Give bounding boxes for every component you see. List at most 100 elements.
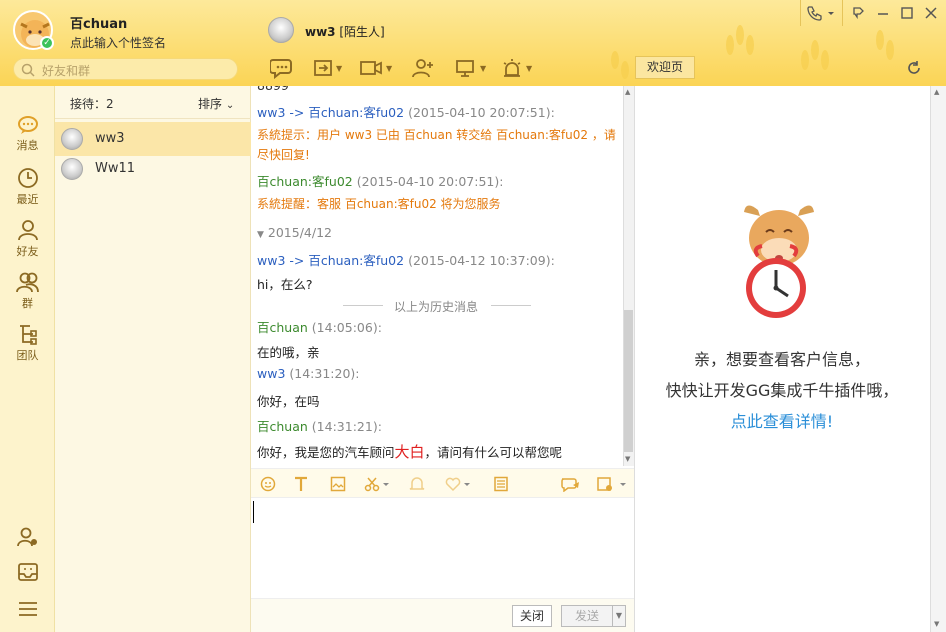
message-time: (2015-04-12 10:37:09): <box>408 253 555 268</box>
message-text: 你好，在吗 <box>257 394 320 409</box>
list-item[interactable]: Ww11 <box>55 152 251 186</box>
alert-button[interactable]: ▼ <box>501 55 532 81</box>
transfer-button[interactable]: ▼ <box>313 55 342 81</box>
message-text: 8899 <box>257 86 289 93</box>
scroll-up-icon[interactable]: ▲ <box>934 88 939 96</box>
message-list: 8899 ww3 -> 百chuan:客fu02 (2015-04-10 20:… <box>251 86 623 466</box>
search-placeholder: 好友和群 <box>42 64 91 78</box>
contacts-header: 接待：2 排序 ⌄ <box>55 86 251 119</box>
user-settings-icon[interactable] <box>17 527 39 547</box>
message-input[interactable] <box>251 498 634 598</box>
scroll-up-icon[interactable]: ▲ <box>625 88 630 96</box>
message-header: ww3 -> 百chuan:客fu02 (2015-04-12 10:37:09… <box>257 250 555 269</box>
org-chart-icon <box>19 325 37 345</box>
avatar <box>61 128 83 150</box>
reception-count: 接待：2 <box>70 97 114 111</box>
system-message: 尽快回复! <box>257 148 310 162</box>
bell-icon[interactable] <box>408 476 426 492</box>
send-button[interactable]: 发送 <box>561 605 613 627</box>
message-text: 在的哦，亲 <box>257 345 320 360</box>
pin-icon[interactable] <box>851 5 865 21</box>
close-button[interactable]: 关闭 <box>512 605 552 627</box>
editor-toolbar <box>251 468 634 498</box>
search-icon <box>21 63 35 77</box>
chat-menu-button[interactable] <box>270 55 294 81</box>
stranger-tag: [陌生人] <box>339 25 385 39</box>
chevron-down-icon: ⌄ <box>225 100 235 111</box>
highlight-text: 大白 <box>394 443 425 461</box>
group-icon <box>15 272 39 293</box>
quick-reply-icon[interactable] <box>560 476 580 492</box>
info-text: 亲，想要查看客户信息， <box>693 350 870 369</box>
scrollbar-thumb[interactable] <box>624 310 633 452</box>
rail-item-team[interactable]: 团队 <box>0 323 55 363</box>
message-header: 百chuan (14:31:21): <box>257 416 382 435</box>
scissors-icon[interactable] <box>364 476 390 492</box>
scroll-down-icon[interactable]: ▼ <box>934 620 939 628</box>
date-separator[interactable]: ▼ 2015/4/12 <box>257 225 332 240</box>
chat-history-icon[interactable] <box>596 476 628 492</box>
avatar <box>61 158 83 180</box>
message-text-part: 你好，我是您的汽车顾问 <box>257 445 395 460</box>
profile-name: 百chuan <box>70 17 128 32</box>
video-button[interactable]: ▼ <box>359 55 392 81</box>
add-contact-button[interactable] <box>411 55 435 81</box>
heart-icon[interactable] <box>444 476 472 492</box>
sort-button[interactable]: 排序 ⌄ <box>198 95 234 112</box>
contact-name: Ww11 <box>95 161 136 176</box>
screen-share-button[interactable]: ▼ <box>455 55 486 81</box>
rail-label: 团队 <box>16 349 39 362</box>
info-scrollbar[interactable] <box>930 86 946 632</box>
image-icon[interactable] <box>330 476 346 492</box>
caret-down-icon: ▼ <box>257 230 264 240</box>
close-icon[interactable] <box>924 5 938 21</box>
contact-search[interactable]: 好友和群 <box>13 58 238 80</box>
signature-text[interactable]: 点此输入个性签名 <box>70 34 166 51</box>
text-cursor <box>253 501 254 523</box>
message-text-part: ，请问有什么可以帮您呢 <box>424 445 563 460</box>
contact-name: ww3 <box>95 131 125 146</box>
chevron-down-icon: ▼ <box>336 63 343 73</box>
message-sender: ww3 <box>257 366 286 381</box>
rail-label: 群 <box>22 297 33 310</box>
font-icon[interactable] <box>293 476 309 492</box>
divider <box>491 305 531 306</box>
tab-welcome[interactable]: 欢迎页 <box>635 56 695 79</box>
message-sender: ww3 -> 百chuan:客fu02 <box>257 105 405 120</box>
chevron-down-icon: ▼ <box>526 63 533 73</box>
rail-label: 消息 <box>16 139 39 152</box>
transfer-icon <box>314 60 332 76</box>
list-item[interactable]: ww3 <box>55 122 251 156</box>
video-camera-icon <box>360 61 382 75</box>
rail-item-groups[interactable]: 群 <box>0 271 55 311</box>
clock-icon <box>17 168 38 188</box>
phone-icon[interactable] <box>806 5 836 21</box>
message-header: 百chuan (14:05:06): <box>257 317 382 336</box>
message-icon <box>17 116 38 134</box>
chat-title: ww3 [陌生人] <box>305 23 385 40</box>
message-text: hi，在么? <box>257 277 313 292</box>
scroll-down-icon[interactable]: ▼ <box>625 455 630 463</box>
message-time: (2015-04-10 20:07:51): <box>408 105 555 120</box>
rail-item-friends[interactable]: 好友 <box>0 219 55 259</box>
minimize-icon[interactable] <box>876 5 890 21</box>
sort-label: 排序 <box>198 97 223 111</box>
online-status-icon: ✓ <box>40 36 54 50</box>
message-sender: ww3 -> 百chuan:客fu02 <box>257 253 405 268</box>
refresh-icon[interactable] <box>907 61 921 75</box>
rail-item-recent[interactable]: 最近 <box>0 167 55 207</box>
inbox-icon[interactable] <box>17 562 39 582</box>
emoji-icon[interactable] <box>260 476 276 492</box>
chevron-down-icon: ▼ <box>480 63 487 73</box>
contact-avatar[interactable] <box>268 17 294 43</box>
chat-bubble-icon <box>270 59 292 79</box>
rail-label: 最近 <box>16 193 39 206</box>
rail-item-messages[interactable]: 消息 <box>0 115 55 153</box>
menu-icon[interactable] <box>17 600 39 618</box>
send-options-icon[interactable]: ▼ <box>612 605 626 627</box>
view-details-link[interactable]: 点此查看详情! <box>634 408 930 432</box>
calculator-icon[interactable] <box>493 476 509 492</box>
maximize-icon[interactable] <box>900 5 914 21</box>
message-sender: 百chuan <box>257 320 308 335</box>
alarm-light-icon <box>503 59 521 77</box>
